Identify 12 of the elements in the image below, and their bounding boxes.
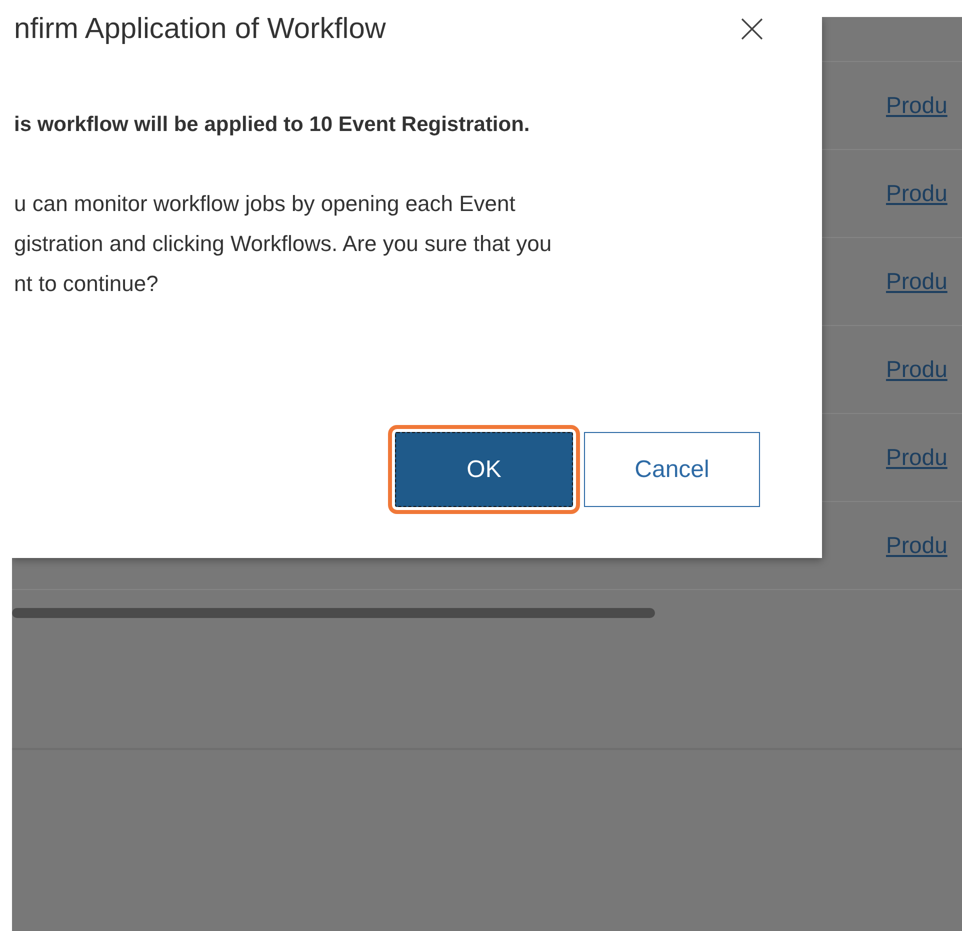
dialog-text: u can monitor workflow jobs by opening each Event gistration and clicking Workflows. Are you sure that you nt to continue?: [14, 190, 552, 298]
table-link[interactable]: Produ: [886, 268, 948, 295]
scrollbar[interactable]: [12, 608, 655, 618]
dialog-title: nfirm Application of Workflow: [14, 17, 386, 46]
table-link[interactable]: Produ: [886, 356, 948, 383]
table-link[interactable]: Produ: [886, 444, 948, 471]
table-link[interactable]: Produ: [886, 180, 948, 207]
close-icon[interactable]: [741, 18, 763, 40]
cancel-button[interactable]: Cancel: [584, 432, 760, 507]
dialog-message: is workflow will be applied to 10 Event Registration.: [14, 113, 530, 137]
table-link[interactable]: Produ: [886, 532, 948, 559]
table-link[interactable]: Produ: [886, 92, 948, 119]
